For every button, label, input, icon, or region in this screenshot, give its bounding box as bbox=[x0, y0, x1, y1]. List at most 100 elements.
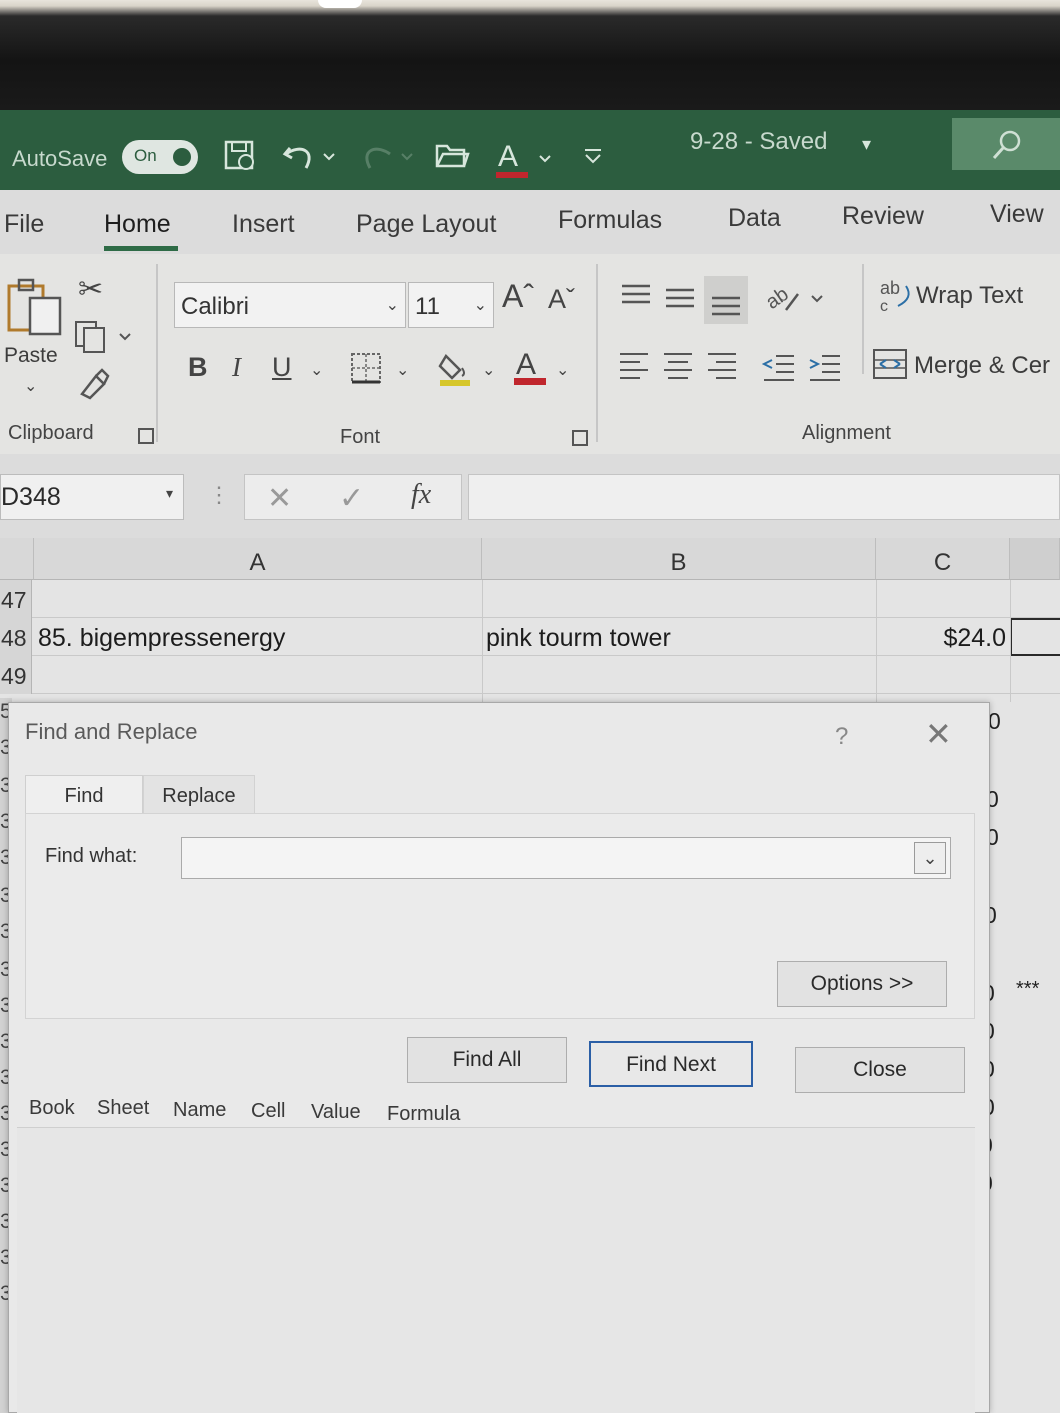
column-header-a[interactable]: A bbox=[34, 538, 482, 580]
clipboard-launcher-icon[interactable] bbox=[138, 428, 154, 444]
options-button[interactable]: Options >> bbox=[777, 961, 947, 1007]
close-icon[interactable]: ✕ bbox=[925, 718, 952, 750]
top-align-icon[interactable] bbox=[620, 282, 652, 315]
cut-icon[interactable]: ✂ bbox=[78, 272, 103, 307]
tab-insert[interactable]: Insert bbox=[232, 210, 295, 239]
bottom-align-icon[interactable] bbox=[704, 276, 748, 324]
confirm-entry-icon[interactable]: ✓ bbox=[339, 481, 364, 516]
row-number[interactable]: 47 bbox=[0, 580, 32, 618]
cell-a48[interactable]: 85. bigempressenergy bbox=[38, 618, 478, 656]
tab-formulas[interactable]: Formulas bbox=[558, 206, 662, 235]
underline-button[interactable]: U bbox=[272, 352, 292, 383]
autosave-label: AutoSave bbox=[12, 146, 108, 171]
cell-a47[interactable] bbox=[38, 580, 478, 618]
tab-replace[interactable]: Replace bbox=[143, 775, 255, 815]
bold-button[interactable]: B bbox=[188, 352, 208, 383]
tab-data[interactable]: Data bbox=[728, 204, 781, 233]
row-number[interactable]: 49 bbox=[0, 656, 32, 694]
borders-dropdown-icon[interactable]: ⌄ bbox=[396, 360, 409, 380]
orientation-icon[interactable]: ab bbox=[762, 280, 826, 321]
title-dropdown-icon[interactable]: ▾ bbox=[862, 126, 871, 162]
fill-color-icon[interactable] bbox=[438, 350, 472, 393]
cell-b49[interactable] bbox=[486, 656, 872, 694]
paste-icon[interactable] bbox=[6, 276, 64, 343]
cancel-entry-icon[interactable]: ✕ bbox=[267, 481, 292, 516]
borders-icon[interactable] bbox=[350, 352, 382, 389]
redo-icon[interactable] bbox=[360, 138, 416, 174]
italic-button[interactable]: I bbox=[232, 352, 241, 383]
shrink-font-icon[interactable]: Aˇ bbox=[548, 284, 575, 315]
middle-align-icon[interactable] bbox=[664, 284, 696, 317]
document-title: 9-28 - Saved bbox=[690, 128, 828, 155]
save-icon[interactable] bbox=[222, 138, 258, 174]
find-what-input[interactable]: ⌄ bbox=[181, 837, 951, 879]
chevron-down-icon[interactable]: ⌄ bbox=[914, 842, 946, 874]
insert-function-icon[interactable]: fx bbox=[411, 479, 431, 511]
decrease-indent-icon[interactable] bbox=[761, 350, 796, 389]
results-col-book[interactable]: Book bbox=[29, 1097, 75, 1120]
undo-icon[interactable] bbox=[282, 138, 338, 174]
svg-text:A: A bbox=[498, 140, 518, 173]
paste-label[interactable]: Paste bbox=[4, 344, 58, 368]
autosave-toggle[interactable]: On bbox=[122, 140, 198, 174]
tab-review[interactable]: Review bbox=[842, 202, 924, 231]
find-next-button[interactable]: Find Next bbox=[589, 1041, 753, 1087]
format-painter-icon[interactable] bbox=[76, 366, 110, 405]
cell-a49[interactable] bbox=[38, 656, 478, 694]
cell-c49[interactable] bbox=[880, 656, 1006, 694]
column-header-d[interactable] bbox=[1010, 538, 1060, 580]
font-name-select[interactable]: Calibri ⌄ bbox=[174, 282, 406, 328]
cell-c47[interactable] bbox=[880, 580, 1006, 618]
font-color-dropdown-icon[interactable]: ⌄ bbox=[556, 360, 569, 380]
column-header-c[interactable]: C bbox=[876, 538, 1010, 580]
font-name-value: Calibri bbox=[181, 293, 250, 320]
cell-b48[interactable]: pink tourm tower bbox=[486, 618, 872, 656]
align-center-icon[interactable] bbox=[662, 350, 696, 389]
tab-page-layout[interactable]: Page Layout bbox=[356, 210, 496, 239]
close-button[interactable]: Close bbox=[795, 1047, 965, 1093]
column-header-b[interactable]: B bbox=[482, 538, 876, 580]
underline-dropdown-icon[interactable]: ⌄ bbox=[310, 360, 323, 380]
tab-file[interactable]: File bbox=[4, 210, 44, 239]
cell-b47[interactable] bbox=[486, 580, 872, 618]
tab-view[interactable]: View bbox=[990, 200, 1044, 229]
find-all-button[interactable]: Find All bbox=[407, 1037, 567, 1083]
help-icon[interactable]: ? bbox=[835, 723, 848, 751]
align-left-icon[interactable] bbox=[618, 350, 652, 389]
cell-d48[interactable] bbox=[1010, 618, 1060, 656]
wrap-text-icon[interactable]: ab c bbox=[880, 278, 914, 319]
font-color-button[interactable]: A bbox=[512, 346, 548, 393]
paste-dropdown-icon[interactable]: ⌄ bbox=[24, 376, 37, 396]
row-number[interactable]: 48 bbox=[0, 618, 32, 656]
wrap-text-button[interactable]: Wrap Text bbox=[916, 282, 1023, 310]
merge-center-button[interactable]: Merge & Cer bbox=[914, 352, 1050, 380]
formula-input[interactable] bbox=[468, 474, 1060, 520]
font-group-label: Font bbox=[340, 426, 381, 448]
font-color-icon[interactable]: A bbox=[494, 138, 556, 178]
cell-c48[interactable]: $24.0 bbox=[880, 618, 1006, 656]
open-folder-icon[interactable] bbox=[434, 138, 470, 174]
results-col-cell[interactable]: Cell bbox=[251, 1100, 285, 1123]
grow-font-icon[interactable]: Aˆ bbox=[502, 278, 534, 315]
increase-indent-icon[interactable] bbox=[808, 350, 842, 389]
font-size-value: 11 bbox=[415, 293, 440, 320]
results-col-formula[interactable]: Formula bbox=[387, 1103, 460, 1126]
fill-color-dropdown-icon[interactable]: ⌄ bbox=[482, 360, 495, 380]
results-col-value[interactable]: Value bbox=[311, 1101, 361, 1124]
select-all-corner[interactable] bbox=[0, 538, 34, 580]
tab-find[interactable]: Find bbox=[25, 775, 143, 815]
copy-icon[interactable] bbox=[74, 320, 134, 359]
tab-home[interactable]: Home bbox=[104, 210, 171, 239]
font-launcher-icon[interactable] bbox=[572, 430, 588, 446]
customize-qat-icon[interactable] bbox=[582, 138, 604, 174]
column-c-fragments: 0 0 0 0 0 *** 0 0 0 0 0 0 0 0 0 bbox=[974, 698, 1060, 1413]
autosave-state: On bbox=[134, 146, 157, 165]
results-col-sheet[interactable]: Sheet bbox=[97, 1097, 149, 1120]
results-col-name[interactable]: Name bbox=[173, 1099, 226, 1122]
font-size-select[interactable]: 11 ⌄ bbox=[408, 282, 494, 328]
search-box[interactable] bbox=[952, 118, 1060, 170]
results-list[interactable] bbox=[17, 1127, 975, 1413]
align-right-icon[interactable] bbox=[706, 350, 740, 389]
name-box[interactable]: D348 ▾ bbox=[0, 474, 184, 520]
merge-center-icon[interactable] bbox=[872, 346, 908, 387]
